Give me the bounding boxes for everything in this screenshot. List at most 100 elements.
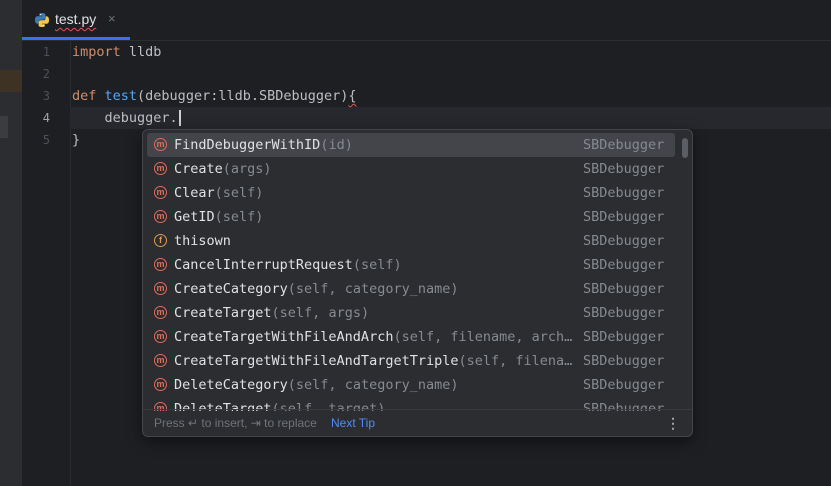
line-number-current: 4 (42, 111, 50, 125)
completion-type: SBDebugger (583, 209, 665, 225)
code-line-1: import lldb (72, 41, 161, 63)
strip-marker (0, 116, 8, 138)
completion-footer: Press ↵ to insert, ⇥ to replace Next Tip… (143, 409, 692, 436)
completion-name: thisown (174, 233, 231, 249)
line-number: 5 (42, 133, 50, 147)
completion-args: (self, filena… (458, 353, 573, 369)
completion-text: CancelInterruptRequest(self) (174, 253, 576, 277)
completion-item[interactable]: m CreateCategory(self, category_name) SBDe… (147, 277, 675, 301)
completion-args: (args) (222, 161, 272, 177)
method-icon: m (154, 210, 167, 223)
completion-text: CreateTargetWithFileAndArch(self, filena… (174, 325, 576, 349)
completion-name: CreateTargetWithFileAndArch (174, 329, 394, 345)
completion-args: (self) (214, 185, 264, 201)
completion-type: SBDebugger (583, 329, 665, 345)
completion-type: SBDebugger (583, 161, 665, 177)
editor-tab-bar: test.py × (22, 0, 831, 41)
completion-args: (self, args) (271, 305, 370, 321)
completion-item[interactable]: m GetID(self) SBDebugger (147, 205, 675, 229)
close-icon[interactable]: × (108, 11, 116, 26)
completion-text: CreateTarget(self, args) (174, 301, 576, 325)
completion-text: Create(args) (174, 157, 576, 181)
completion-type: SBDebugger (583, 377, 665, 393)
strip-marker (0, 70, 22, 92)
code-text: } (72, 132, 81, 148)
completion-type: SBDebugger (583, 305, 665, 321)
keyword: def (72, 88, 97, 104)
completion-name: DeleteCategory (174, 377, 288, 393)
line-number-gutter: 1 2 3 4 5 (22, 40, 71, 486)
completion-name: Clear (174, 185, 215, 201)
completion-text: DeleteCategory(self, category_name) (174, 373, 576, 397)
completion-item[interactable]: m FindDebuggerWithID(id) SBDebugger (147, 133, 675, 157)
method-icon: m (154, 282, 167, 295)
completion-args: (self) (214, 209, 264, 225)
insert-hint: Press ↵ to insert, ⇥ to replace (154, 416, 317, 430)
completion-args: (self, category_name) (287, 281, 459, 297)
code-line-3: def test(debugger:lldb.SBDebugger){ (72, 85, 357, 107)
method-icon: m (154, 306, 167, 319)
next-tip-link[interactable]: Next Tip (331, 410, 375, 436)
completion-type: SBDebugger (583, 233, 665, 249)
completion-item[interactable]: m CancelInterruptRequest(self) SBDebugger (147, 253, 675, 277)
field-icon: f (154, 234, 167, 247)
python-icon (35, 13, 49, 27)
completion-name: CreateCategory (174, 281, 288, 297)
completion-args: (self, filename, arch… (393, 329, 573, 345)
function-name: test (104, 88, 138, 104)
completion-text: FindDebuggerWithID(id) (174, 133, 576, 157)
completion-type: SBDebugger (583, 257, 665, 273)
code-line-5: } (72, 129, 80, 151)
line-number: 1 (42, 45, 50, 59)
line-number: 2 (42, 67, 50, 81)
completion-type: SBDebugger (583, 137, 665, 153)
code-text: debugger. (104, 110, 178, 126)
completion-item[interactable]: f thisown SBDebugger (147, 229, 675, 253)
keyword: import (72, 44, 121, 60)
scrollbar-thumb[interactable] (682, 138, 688, 158)
method-icon: m (154, 186, 167, 199)
left-tool-strip (0, 0, 22, 486)
code-line-4: debugger. (72, 107, 181, 129)
more-vertical-icon[interactable]: ⋮ (666, 410, 680, 436)
tab-title: test.py (55, 11, 97, 27)
completion-type: SBDebugger (583, 353, 665, 369)
completion-name: CreateTarget (174, 305, 272, 321)
text-caret (178, 110, 181, 126)
completion-name: FindDebuggerWithID (174, 137, 321, 153)
completion-text: CreateCategory(self, category_name) (174, 277, 576, 301)
completion-text: GetID(self) (174, 205, 576, 229)
completion-text: thisown (174, 229, 576, 253)
completion-item[interactable]: m CreateTargetWithFileAndArch(self, filen… (147, 325, 675, 349)
current-line-highlight (70, 107, 831, 129)
completion-name: CancelInterruptRequest (174, 257, 353, 273)
line-number: 3 (42, 89, 50, 103)
completion-args: (self) (352, 257, 402, 273)
completion-type: SBDebugger (583, 281, 665, 297)
completion-item[interactable]: m CreateTargetWithFileAndTargetTriple(sel… (147, 349, 675, 373)
tab-test-py[interactable]: test.py × (22, 0, 130, 40)
method-icon: m (154, 330, 167, 343)
completion-item[interactable]: m Clear(self) SBDebugger (147, 181, 675, 205)
completion-name: CreateTargetWithFileAndTargetTriple (174, 353, 459, 369)
completion-item[interactable]: m CreateTarget(self, args) SBDebugger (147, 301, 675, 325)
completion-text: Clear(self) (174, 181, 576, 205)
completion-args: (self, category_name) (287, 377, 459, 393)
completion-list[interactable]: m FindDebuggerWithID(id) SBDebugger m Create… (143, 133, 677, 411)
code-text: lldb (120, 44, 162, 60)
code-text: (debugger:lldb.SBDebugger) (137, 88, 349, 104)
completion-name: Create (174, 161, 223, 177)
method-icon: m (154, 162, 167, 175)
completion-args: (id) (320, 137, 353, 153)
completion-item[interactable]: m DeleteCategory(self, category_name) SBDe… (147, 373, 675, 397)
completion-text: CreateTargetWithFileAndTargetTriple(self… (174, 349, 576, 373)
method-icon: m (154, 258, 167, 271)
completion-item[interactable]: m Create(args) SBDebugger (147, 157, 675, 181)
completion-type: SBDebugger (583, 185, 665, 201)
method-icon: m (154, 378, 167, 391)
method-icon: m (154, 354, 167, 367)
scrollbar[interactable] (682, 136, 688, 408)
method-icon: m (154, 138, 167, 151)
completion-name: GetID (174, 209, 215, 225)
